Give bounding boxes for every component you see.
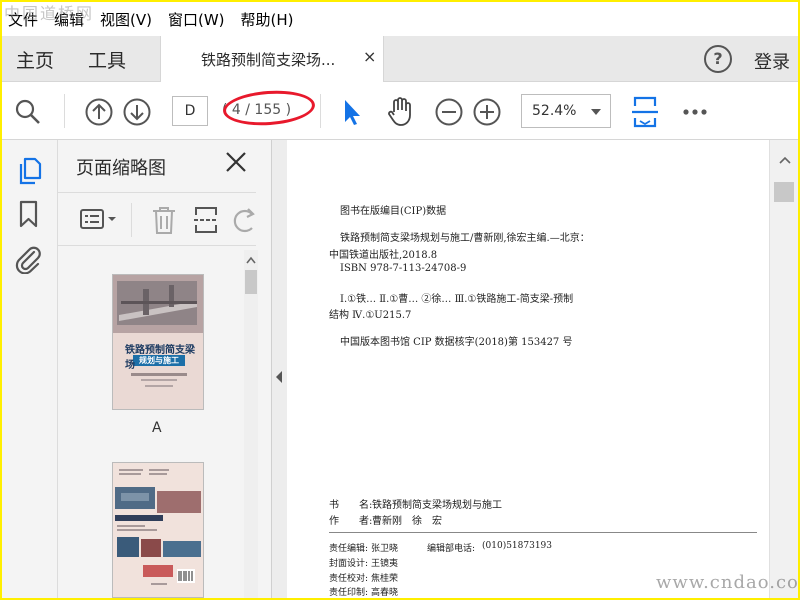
scroll-up-icon[interactable] — [246, 256, 256, 264]
cip-line: 结构 Ⅳ.①U215.7 — [329, 310, 412, 321]
menu-edit[interactable]: 编辑 — [54, 9, 84, 30]
watermark-bottom-right: www.cndao.com — [656, 572, 798, 593]
panel-title: 页面缩略图 — [76, 158, 166, 179]
cover-subtitle: 规划与施工 — [139, 356, 179, 365]
panel-scroll-thumb[interactable] — [245, 270, 257, 294]
panel-scrollbar[interactable] — [244, 250, 258, 598]
menu-window[interactable]: 窗口(W) — [168, 9, 225, 30]
document-view[interactable]: 图书在版编目(CIP)数据 铁路预制简支梁场规划与施工/曹新刚,徐宏主编.—北京… — [287, 140, 798, 598]
login-button[interactable]: 登录 — [754, 48, 790, 74]
book-name: 铁路预制简支梁场规划与施工 — [372, 500, 502, 511]
divider-line — [329, 532, 757, 533]
more-icon[interactable] — [682, 108, 710, 116]
fit-page-icon[interactable] — [630, 94, 660, 130]
menu-view[interactable]: 视图(V) — [100, 9, 152, 30]
tab-bar: 主页 工具 铁路预制简支梁场... × ? 登录 — [2, 36, 798, 82]
page-number-input[interactable]: D — [172, 96, 208, 126]
thumbnail-label: A — [152, 420, 162, 436]
search-icon[interactable] — [14, 98, 42, 126]
document-scrollbar[interactable] — [769, 140, 798, 598]
cip-line: 铁路预制简支梁场规划与施工/曹新刚,徐宏主编.—北京： — [340, 233, 590, 244]
close-icon[interactable] — [224, 150, 248, 174]
toolbar-divider — [320, 94, 321, 128]
document-tab-title: 铁路预制简支梁场... — [201, 51, 336, 69]
hand-icon[interactable] — [385, 95, 415, 127]
close-tab-button[interactable]: × — [363, 47, 376, 66]
author: 曹新刚 徐 宏 — [372, 516, 442, 527]
print: 高春晓 — [371, 588, 399, 598]
tab-tools[interactable]: 工具 — [88, 46, 126, 73]
menu-help[interactable]: 帮助(H) — [241, 9, 294, 30]
phone: (010)51873193 — [482, 541, 553, 551]
cip-line: Ⅰ.①铁… Ⅱ.①曹… ②徐… Ⅲ.①铁路施工-简支梁-预制 — [340, 294, 574, 305]
thumbnail-page-b[interactable] — [112, 462, 204, 598]
help-icon[interactable]: ? — [704, 45, 732, 73]
thumbnail-panel: 页面缩略图 铁路预制简支梁场 规划与施工 A — [58, 140, 272, 598]
zoom-select[interactable]: 52.4% — [521, 94, 611, 128]
zoom-in-icon[interactable] — [472, 97, 502, 127]
proofread: 焦桂荣 — [371, 574, 399, 584]
tab-home[interactable]: 主页 — [16, 46, 54, 73]
menu-bar: 文件 编辑 视图(V) 窗口(W) 帮助(H) — [2, 2, 798, 36]
document-page: 图书在版编目(CIP)数据 铁路预制简支梁场规划与施工/曹新刚,徐宏主编.—北京… — [287, 140, 769, 598]
insert-icon[interactable] — [192, 205, 220, 235]
menu-file[interactable]: 文件 — [8, 9, 38, 30]
phone-label: 编辑部电话: — [427, 544, 476, 554]
print-label: 责任印制: — [329, 588, 369, 598]
editor-label: 责任编辑: — [329, 544, 369, 554]
pages-icon[interactable] — [16, 156, 42, 186]
zoom-value: 52.4% — [532, 103, 577, 119]
tab-document[interactable]: 铁路预制简支梁场... × — [160, 36, 384, 82]
options-icon[interactable] — [80, 208, 118, 232]
cip-line: 中国版本图书馆 CIP 数据核字(2018)第 153427 号 — [340, 337, 573, 348]
cover-design-label: 封面设计: — [329, 559, 369, 569]
navigation-rail — [2, 140, 58, 598]
panel-toolbar-divider — [131, 203, 132, 237]
toolbar: D ( 4 / 155 ) 52.4% — [2, 82, 798, 140]
cursor-icon[interactable] — [340, 97, 364, 127]
arrow-down-icon[interactable] — [122, 97, 152, 127]
scroll-up-icon[interactable] — [779, 156, 791, 164]
chevron-down-icon — [591, 109, 601, 115]
toolbar-divider — [64, 94, 65, 128]
annotation-circle — [221, 87, 317, 129]
collapse-arrow-icon[interactable] — [275, 370, 283, 384]
document-scroll-thumb[interactable] — [774, 182, 794, 202]
cip-line: 中国铁道出版社,2018.8 — [329, 250, 438, 261]
cip-heading: 图书在版编目(CIP)数据 — [340, 206, 447, 217]
arrow-up-icon[interactable] — [84, 97, 114, 127]
author-label: 作 者: — [329, 516, 373, 527]
trash-icon[interactable] — [150, 205, 178, 235]
bookmark-icon[interactable] — [18, 200, 40, 228]
book-name-label: 书 名: — [329, 500, 373, 511]
cip-line: ISBN 978-7-113-24708-9 — [340, 263, 467, 274]
panel-toolbar — [58, 192, 256, 246]
proofread-label: 责任校对: — [329, 574, 369, 584]
back-cover-image — [113, 463, 203, 597]
attachment-icon[interactable] — [14, 244, 44, 274]
cover-design: 王镜夷 — [371, 559, 399, 569]
rotate-icon[interactable] — [232, 206, 256, 234]
thumbnail-page-a[interactable]: 铁路预制简支梁场 规划与施工 — [112, 274, 204, 410]
editor: 张卫晓 — [371, 544, 399, 554]
panel-splitter[interactable] — [272, 140, 287, 598]
zoom-out-icon[interactable] — [434, 97, 464, 127]
app-window: 文件 编辑 视图(V) 窗口(W) 帮助(H) 中国道桥网 主页 工具 铁路预制… — [2, 2, 798, 598]
